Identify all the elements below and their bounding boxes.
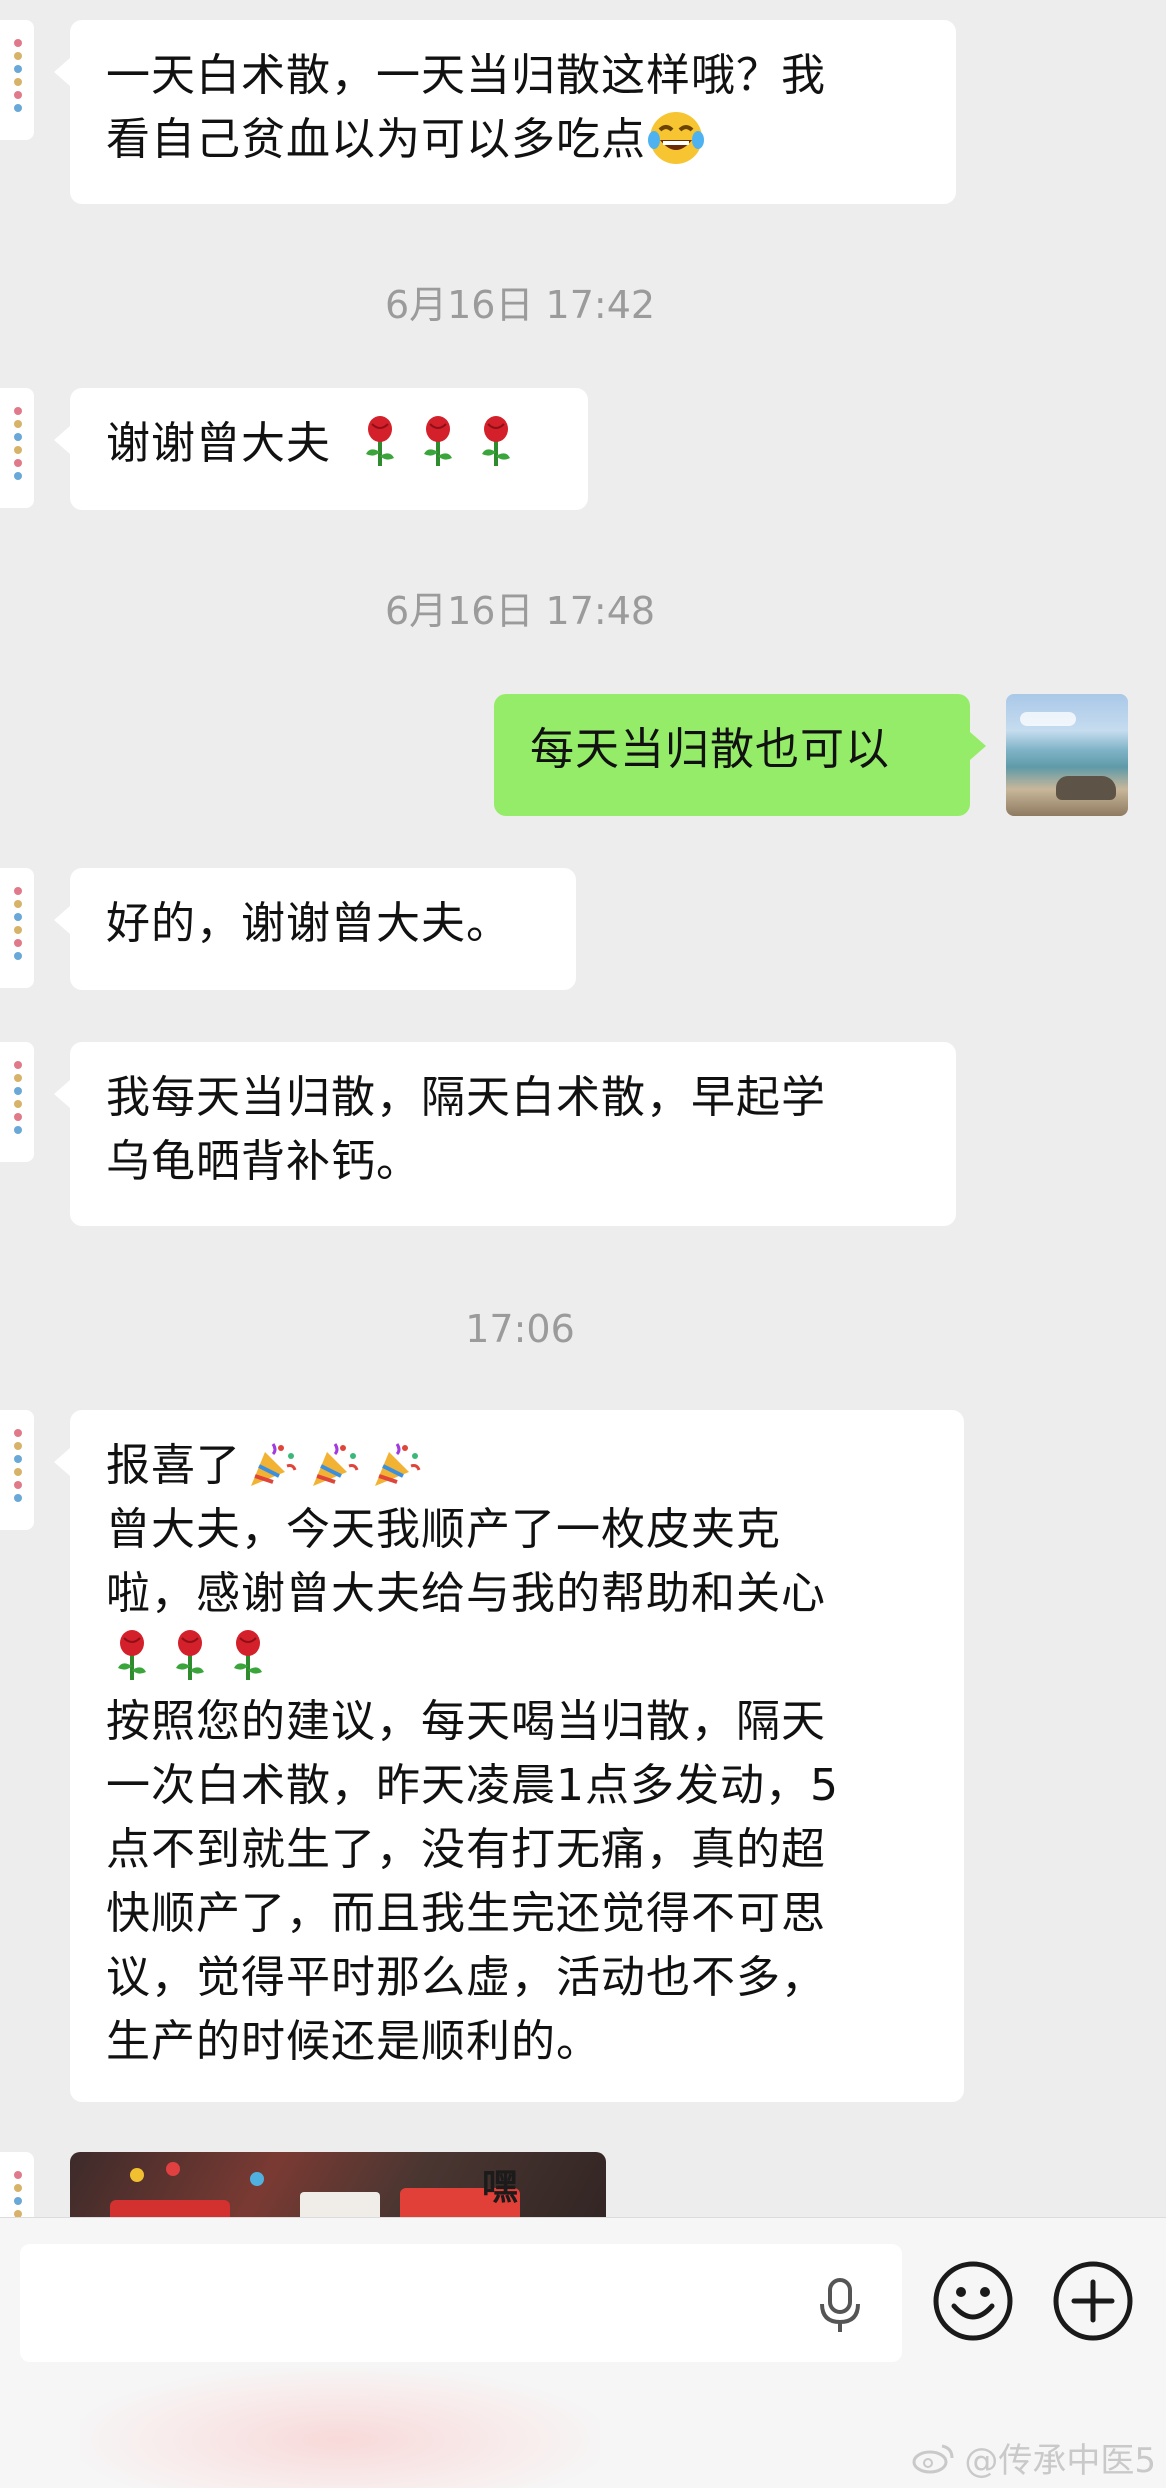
rose-emoji <box>424 416 452 466</box>
rose-emoji-group <box>346 416 532 469</box>
message-text: 好的，谢谢曾大夫。 <box>106 898 511 949</box>
rose-emoji <box>118 1630 146 1680</box>
message-text: 乌龟晒背补钙。 <box>106 1136 421 1187</box>
rose-emoji <box>482 416 510 466</box>
message-bubble-incoming[interactable]: 一天白术散，一天当归散这样哦？我 看自己贫血以为可以多吃点 <box>54 20 956 204</box>
chat-input-bar: @传承中医5 <box>0 2217 1166 2488</box>
message-text: 看自己贫血以为可以多吃点 <box>106 114 646 165</box>
user-avatar[interactable] <box>1006 694 1128 816</box>
contact-avatar[interactable] <box>0 388 34 508</box>
party-popper-group <box>247 1440 433 1491</box>
message-text: 按照您的建议，每天喝当归散，隔天 <box>106 1696 826 1747</box>
chat-message-list[interactable]: 一天白术散，一天当归散这样哦？我 看自己贫血以为可以多吃点 6月16日 17:4… <box>0 0 1166 2217</box>
message-bubble-incoming[interactable]: 好的，谢谢曾大夫。 <box>54 868 576 990</box>
watermark-text: @传承中医5 <box>964 2441 1156 2481</box>
message-bubble-incoming[interactable]: 我每天当归散，隔天白术散，早起学 乌龟晒背补钙。 <box>54 1042 956 1226</box>
message-text: 议，觉得平时那么虚，活动也不多， <box>106 1952 826 2003</box>
message-input[interactable] <box>20 2244 902 2362</box>
message-text: 我每天当归散，隔天白术散，早起学 <box>106 1072 826 1123</box>
contact-avatar[interactable] <box>0 1410 34 1530</box>
contact-avatar[interactable] <box>0 20 34 140</box>
message-text: 生产的时候还是顺利的。 <box>106 2016 601 2067</box>
message-bubble-incoming[interactable]: 谢谢曾大夫 <box>54 388 588 510</box>
add-more-icon[interactable] <box>1052 2260 1134 2342</box>
contact-avatar[interactable] <box>0 2152 34 2217</box>
message-text: 快顺产了，而且我生完还觉得不可思 <box>106 1888 826 1939</box>
weibo-icon <box>912 2444 954 2473</box>
timestamp: 6月16日 17:48 <box>384 589 656 633</box>
message-text: 报喜了 <box>106 1440 241 1491</box>
message-text: 一天白术散，一天当归散这样哦？我 <box>106 50 826 101</box>
rose-emoji <box>234 1630 262 1680</box>
message-text: 曾大夫，今天我顺产了一枚皮夹克 <box>106 1504 781 1555</box>
party-popper-emoji <box>251 1443 297 1486</box>
timestamp: 17:06 <box>465 1307 575 1351</box>
emoji-icon[interactable] <box>932 2260 1014 2342</box>
timestamp: 6月16日 17:42 <box>384 283 656 327</box>
message-text: 啦，感谢曾大夫给与我的帮助和关心 <box>106 1568 826 1619</box>
message-text: 每天当归散也可以 <box>530 724 890 775</box>
photo-text: 嘿 <box>482 2167 519 2208</box>
rose-emoji-group <box>106 1626 928 1690</box>
contact-avatar[interactable] <box>0 868 34 988</box>
microphone-icon[interactable] <box>816 2276 864 2336</box>
rose-emoji <box>366 416 394 466</box>
message-text: 谢谢曾大夫 <box>106 418 331 469</box>
image-message[interactable]: 嘿 <box>70 2152 606 2217</box>
message-bubble-outgoing[interactable]: 每天当归散也可以 <box>494 694 986 816</box>
party-popper-emoji <box>313 1443 359 1486</box>
rose-emoji <box>176 1630 204 1680</box>
blurred-area <box>80 2368 600 2488</box>
message-text: 点不到就生了，没有打无痛，真的超 <box>106 1824 826 1875</box>
message-bubble-incoming[interactable]: 报喜了 曾大夫，今天我顺产了一枚皮夹克 啦，感谢曾大夫给与我的帮助和关心 按照您… <box>54 1410 964 2102</box>
message-text: 一次白术散，昨天凌晨1点多发动，5 <box>106 1760 839 1811</box>
laugh-cry-emoji <box>648 112 704 164</box>
watermark: @传承中医5 <box>912 2433 1156 2482</box>
contact-avatar[interactable] <box>0 1042 34 1162</box>
party-popper-emoji <box>375 1443 421 1486</box>
